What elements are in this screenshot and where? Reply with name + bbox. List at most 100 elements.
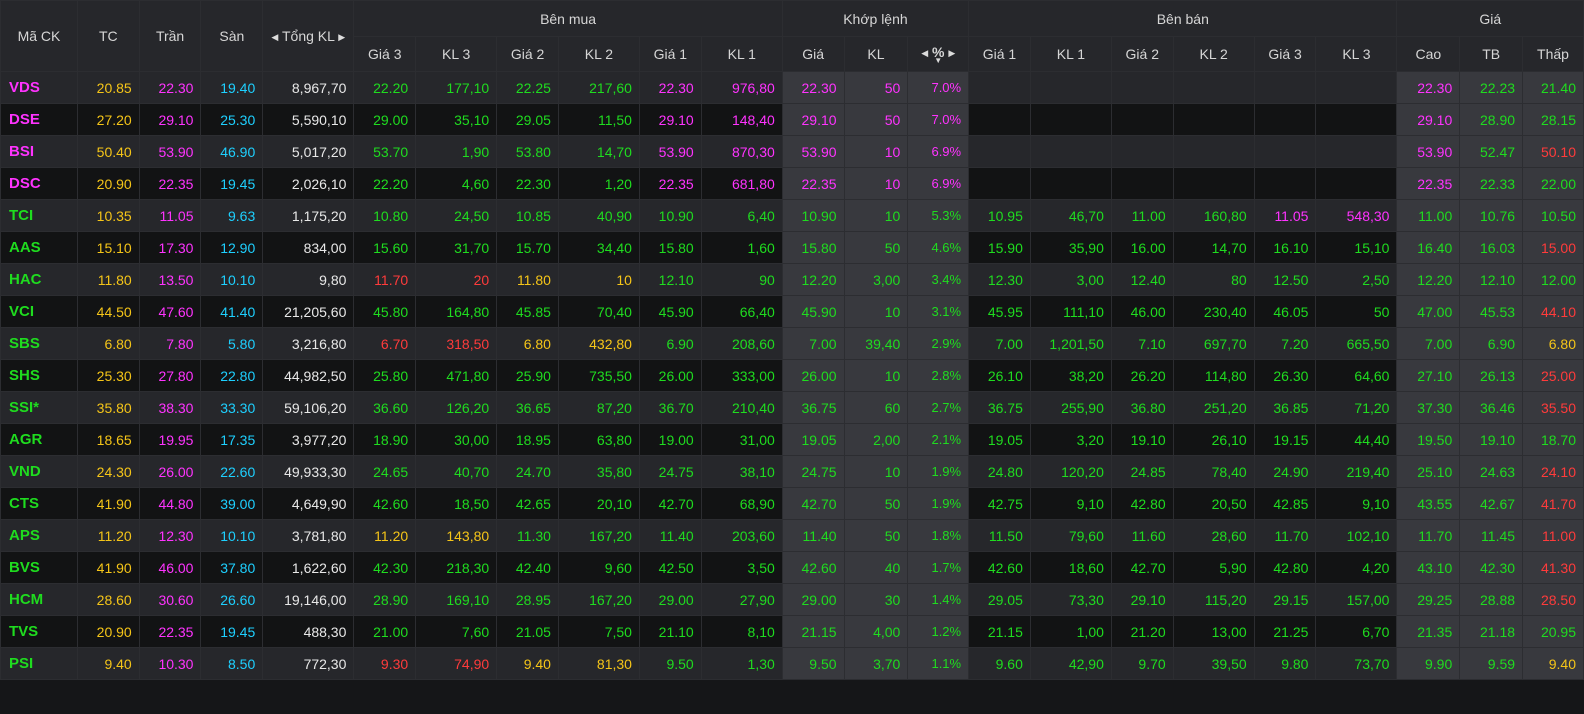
match-percent-cell: 1.4% xyxy=(907,583,970,616)
symbol-cell[interactable]: HAC xyxy=(0,263,78,296)
table-row[interactable]: AAS 15.10 17.30 12.90 834,00 15.60 31,70 15.70 3… xyxy=(0,231,1584,264)
buy-cell: 31,70 xyxy=(415,231,498,264)
floor-price-cell: 10.10 xyxy=(200,519,264,552)
header-price-2[interactable]: Thấp xyxy=(1522,36,1584,72)
symbol-cell[interactable]: SSI* xyxy=(0,391,78,424)
ceiling-price-cell: 12.30 xyxy=(138,519,202,552)
sell-cell: 39,50 xyxy=(1172,647,1255,680)
total-volume-cell: 44,982,50 xyxy=(262,359,355,392)
table-row[interactable]: HAC 11.80 13.50 10.10 9,80 11.70 20 11.80 10 12.1… xyxy=(0,263,1584,296)
buy-cell: 24.70 xyxy=(496,455,559,488)
symbol-cell[interactable]: BVS xyxy=(0,551,78,584)
sell-cell: 255,90 xyxy=(1029,391,1112,424)
table-row[interactable]: VDS 20.85 22.30 19.40 8,967,70 22.20 177,10 22.… xyxy=(0,71,1584,104)
symbol-cell[interactable]: DSC xyxy=(0,167,78,200)
table-row[interactable]: TVS 20.90 22.35 19.45 488,30 21.00 7,60 21.05 7,… xyxy=(0,615,1584,648)
table-row[interactable]: BVS 41.90 46.00 37.80 1,622,60 42.30 218,30 42.… xyxy=(0,551,1584,584)
table-row[interactable]: TCI 10.35 11.05 9.63 1,175,20 10.80 24,50 10.85… xyxy=(0,199,1584,232)
buy-cell: 126,20 xyxy=(415,391,498,424)
header-buy-4[interactable]: Giá 1 xyxy=(638,36,702,72)
sell-cell: 50 xyxy=(1315,295,1398,328)
symbol-cell[interactable]: AAS xyxy=(0,231,78,264)
caret-right-icon[interactable]: ▶ xyxy=(948,48,955,59)
header-buy-5[interactable]: KL 1 xyxy=(700,36,783,72)
ceiling-price-cell: 22.35 xyxy=(138,167,202,200)
header-tong-kl[interactable]: ◀ Tổng KL ▶ xyxy=(262,0,355,72)
header-price-0[interactable]: Cao xyxy=(1396,36,1461,72)
symbol-cell[interactable]: HCM xyxy=(0,583,78,616)
header-tran[interactable]: Trần xyxy=(138,0,202,72)
sell-cell: 665,50 xyxy=(1315,327,1398,360)
floor-price-cell: 39.00 xyxy=(200,487,264,520)
sell-cell: 29.15 xyxy=(1253,583,1317,616)
table-row[interactable]: BSI 50.40 53.90 46.90 5,017,20 53.70 1,90 53.80… xyxy=(0,135,1584,168)
table-row[interactable]: DSE 27.20 29.10 25.30 5,590,10 29.00 35,10 29.0… xyxy=(0,103,1584,136)
floor-price-cell: 9.63 xyxy=(200,199,264,232)
header-sell-2[interactable]: Giá 2 xyxy=(1110,36,1174,72)
table-row[interactable]: DSC 20.90 22.35 19.45 2,026,10 22.20 4,60 22.30… xyxy=(0,167,1584,200)
table-row[interactable]: SBS 6.80 7.80 5.80 3,216,80 6.70 318,50 6.80 432… xyxy=(0,327,1584,360)
table-row[interactable]: PSI 9.40 10.30 8.50 772,30 9.30 74,90 9.40 81,30… xyxy=(0,647,1584,680)
table-row[interactable]: SSI* 35.80 38.30 33.30 59,106,20 36.60 126,20 3… xyxy=(0,391,1584,424)
ref-price-cell: 27.20 xyxy=(76,103,140,136)
caret-right-icon[interactable]: ▶ xyxy=(338,32,345,43)
sell-cell: 44,40 xyxy=(1315,423,1398,456)
table-row[interactable]: AGR 18.65 19.95 17.35 3,977,20 18.90 30,00 18.9… xyxy=(0,423,1584,456)
table-row[interactable]: SHS 25.30 27.80 22.80 44,982,50 25.80 471,80 25… xyxy=(0,359,1584,392)
header-san[interactable]: Sàn xyxy=(200,0,264,72)
header-buy-2[interactable]: Giá 2 xyxy=(496,36,559,72)
header-tc[interactable]: TC xyxy=(76,0,140,72)
symbol-cell[interactable]: VDS xyxy=(0,71,78,104)
price-cell: 52.47 xyxy=(1459,135,1524,168)
caret-left-icon[interactable]: ◀ xyxy=(271,32,278,43)
buy-cell: 42.50 xyxy=(638,551,702,584)
header-ma-ck[interactable]: Mã CK xyxy=(0,0,78,72)
price-cell: 22.00 xyxy=(1522,167,1584,200)
symbol-cell[interactable]: VCI xyxy=(0,295,78,328)
table-row[interactable]: HCM 28.60 30.60 26.60 19,146,00 28.90 169,10 28… xyxy=(0,583,1584,616)
buy-cell: 20,10 xyxy=(557,487,640,520)
table-row[interactable]: VCI 44.50 47.60 41.40 21,205,60 45.80 164,80 45… xyxy=(0,295,1584,328)
price-cell: 19.10 xyxy=(1459,423,1524,456)
symbol-cell[interactable]: TVS xyxy=(0,615,78,648)
symbol-cell[interactable]: DSE xyxy=(0,103,78,136)
header-sell-3[interactable]: KL 2 xyxy=(1172,36,1255,72)
match-percent-cell: 6.9% xyxy=(907,135,970,168)
table-row[interactable]: CTS 41.90 44.80 39.00 4,649,90 42.60 18,50 42.6… xyxy=(0,487,1584,520)
symbol-cell[interactable]: PSI xyxy=(0,647,78,680)
match-cell: 50 xyxy=(843,231,909,264)
symbol-cell[interactable]: CTS xyxy=(0,487,78,520)
header-sell-4[interactable]: Giá 3 xyxy=(1253,36,1317,72)
symbol-cell[interactable]: VND xyxy=(0,455,78,488)
buy-cell: 90 xyxy=(700,263,783,296)
sort-desc-icon[interactable]: ▼ xyxy=(909,57,968,65)
header-sell-5[interactable]: KL 3 xyxy=(1315,36,1398,72)
ceiling-price-cell: 19.95 xyxy=(138,423,202,456)
ceiling-price-cell: 30.60 xyxy=(138,583,202,616)
header-buy-3[interactable]: KL 2 xyxy=(557,36,640,72)
price-cell: 29.25 xyxy=(1396,583,1461,616)
symbol-cell[interactable]: AGR xyxy=(0,423,78,456)
header-sell-0[interactable]: Giá 1 xyxy=(968,36,1031,72)
symbol-cell[interactable]: SHS xyxy=(0,359,78,392)
header-match-kl[interactable]: KL xyxy=(843,36,909,72)
header-tong-kl-label: Tổng KL xyxy=(281,28,335,44)
header-match-percent[interactable]: ◀ % ▶ ▼ xyxy=(907,36,970,72)
header-buy-0[interactable]: Giá 3 xyxy=(353,36,417,72)
caret-left-icon[interactable]: ◀ xyxy=(921,48,928,59)
symbol-cell[interactable]: SBS xyxy=(0,327,78,360)
header-buy-1[interactable]: KL 3 xyxy=(415,36,498,72)
table-row[interactable]: VND 24.30 26.00 22.60 49,933,30 24.65 40,70 24.… xyxy=(0,455,1584,488)
floor-price-cell: 17.35 xyxy=(200,423,264,456)
symbol-cell[interactable]: APS xyxy=(0,519,78,552)
table-row[interactable]: APS 11.20 12.30 10.10 3,781,80 11.20 143,80 11.… xyxy=(0,519,1584,552)
header-sell-1[interactable]: KL 1 xyxy=(1029,36,1112,72)
header-match-gia[interactable]: Giá xyxy=(781,36,845,72)
sell-cell: 24.80 xyxy=(968,455,1031,488)
buy-cell: 28.95 xyxy=(496,583,559,616)
sell-cell: 13,00 xyxy=(1172,615,1255,648)
header-price-1[interactable]: TB xyxy=(1459,36,1524,72)
symbol-cell[interactable]: TCI xyxy=(0,199,78,232)
sell-cell: 11.50 xyxy=(968,519,1031,552)
symbol-cell[interactable]: BSI xyxy=(0,135,78,168)
